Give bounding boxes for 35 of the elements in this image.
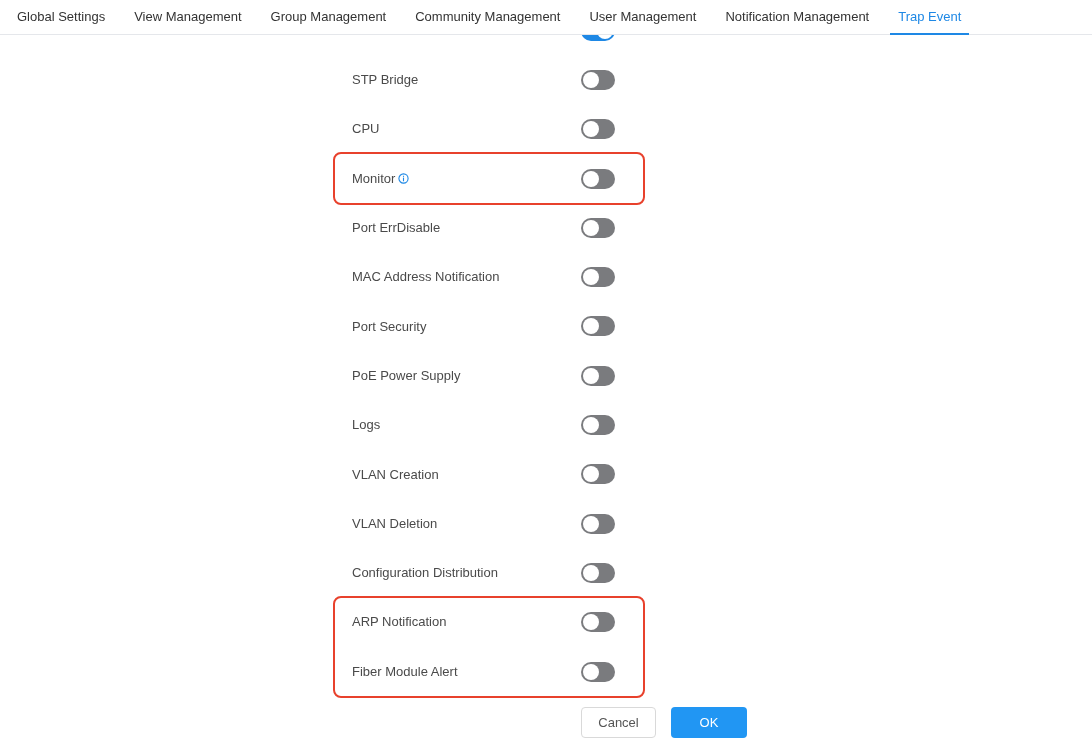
cancel-button[interactable]: Cancel: [581, 707, 656, 739]
info-icon[interactable]: [398, 173, 410, 185]
setting-label: Port ErrDisable: [352, 219, 441, 238]
tab[interactable]: Trap Event: [890, 0, 970, 35]
toggle-switch[interactable]: [581, 661, 615, 682]
tab[interactable]: Global Settings: [9, 0, 114, 35]
tab[interactable]: View Management: [126, 0, 250, 35]
setting-label: Port Security: [352, 317, 427, 336]
toggle-switch[interactable]: [581, 168, 615, 189]
toggle-switch[interactable]: [581, 365, 615, 386]
setting-label: VLAN Creation: [352, 465, 439, 484]
tab[interactable]: Group Management: [262, 0, 395, 35]
toggle-switch[interactable]: [581, 612, 615, 633]
tab[interactable]: User Management: [581, 0, 705, 35]
toggle-switch[interactable]: [581, 316, 615, 337]
toggle-switch[interactable]: [581, 562, 615, 583]
setting-label: CPU: [352, 120, 380, 139]
toggle-switch[interactable]: [581, 69, 615, 90]
tab[interactable]: Community Management: [407, 0, 569, 35]
setting-label: MAC Address Notification: [352, 268, 500, 287]
setting-label: Configuration Distribution: [352, 564, 498, 583]
setting-label: ARP Notification: [352, 613, 447, 632]
toggle-switch[interactable]: [581, 217, 615, 238]
toggle-switch[interactable]: [581, 415, 615, 435]
tab[interactable]: Notification Management: [717, 0, 878, 35]
toggle-switch[interactable]: [581, 267, 615, 288]
setting-label: Logs: [352, 416, 381, 435]
setting-label: STP Bridge: [352, 71, 419, 90]
setting-label: Fiber Module Alert: [352, 662, 458, 681]
toggle-switch[interactable]: [581, 513, 615, 534]
setting-label: PoE Power Supply: [352, 366, 461, 385]
toggle-switch[interactable]: [581, 464, 615, 485]
setting-label: Monitor: [352, 169, 396, 188]
toggle-switch[interactable]: [581, 119, 615, 140]
setting-label: VLAN Deletion: [352, 514, 438, 533]
